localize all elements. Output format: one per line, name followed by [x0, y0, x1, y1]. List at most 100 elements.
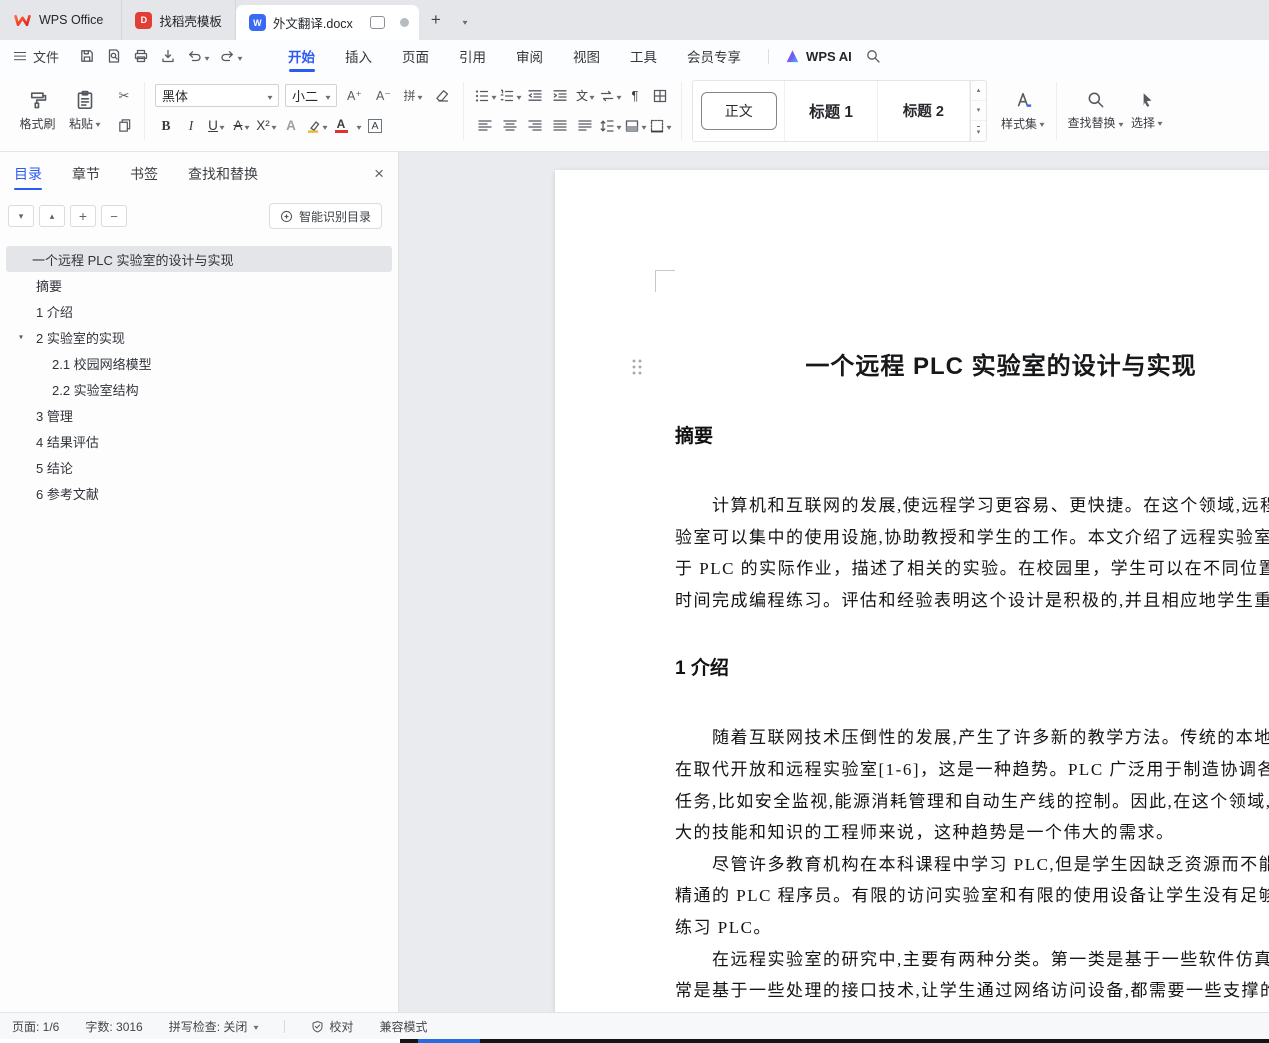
strikethrough-button[interactable] — [230, 114, 252, 137]
toc-item[interactable]: 3 管理 — [6, 402, 392, 428]
pinyin-guide-button[interactable] — [401, 85, 424, 107]
find-replace-button[interactable]: 查找替换 — [1067, 90, 1123, 131]
toc-item[interactable]: 2.1 校园网络模型 — [6, 350, 392, 376]
spell-check-status[interactable]: 拼写检查: 关闭 — [169, 1018, 259, 1035]
symbol-button[interactable] — [599, 84, 621, 107]
distribute-button[interactable] — [574, 114, 596, 137]
page-indicator[interactable]: 页面: 1/6 — [12, 1018, 59, 1035]
toc-item[interactable]: 4 结果评估 — [6, 428, 392, 454]
document-canvas[interactable]: 一个远程 PLC 实验室的设计与实现 摘要 计算机和互联网的发展,使远程学习更容易… — [399, 152, 1269, 1012]
menu-item-0[interactable]: 开始 — [273, 40, 330, 72]
file-menu-button[interactable]: 文件 — [0, 40, 73, 72]
bold-button[interactable] — [155, 114, 177, 137]
italic-button[interactable] — [180, 114, 202, 137]
menu-item-1[interactable]: 插入 — [330, 40, 387, 72]
close-panel-icon[interactable] — [374, 152, 384, 196]
tab-current-document[interactable]: W 外文翻译.docx — [235, 5, 419, 40]
superscript-button[interactable] — [255, 114, 277, 137]
redo-chevron[interactable] — [238, 49, 243, 64]
clear-format-button[interactable] — [430, 85, 453, 107]
compat-mode[interactable]: 兼容模式 — [379, 1018, 427, 1035]
toc-zoom-in-button[interactable] — [70, 205, 96, 227]
font-name-combo[interactable]: 黑体 — [155, 84, 279, 107]
character-border-button[interactable] — [364, 114, 386, 137]
align-center-button[interactable] — [499, 114, 521, 137]
paste-button[interactable]: 粘贴 — [61, 87, 108, 135]
style-cell-2[interactable]: 标题 2 — [878, 80, 971, 141]
menu-item-7[interactable]: 会员专享 — [672, 40, 756, 72]
increase-font-button[interactable] — [343, 85, 366, 107]
new-tab-button[interactable]: + — [419, 0, 453, 40]
panel-tab-0[interactable]: 目录 — [14, 152, 42, 196]
paragraph-layout-button[interactable] — [624, 84, 646, 107]
panel-tab-2[interactable]: 书签 — [130, 152, 158, 196]
smart-toc-button[interactable]: 智能识别目录 — [268, 203, 382, 229]
font-color-button[interactable]: A — [330, 114, 352, 137]
font-color-chevron[interactable] — [357, 118, 362, 133]
gallery-down-icon[interactable] — [971, 99, 987, 120]
decrease-indent-button[interactable] — [524, 84, 546, 107]
comment-bubble-icon[interactable] — [369, 16, 385, 29]
panel-tab-3[interactable]: 查找和替换 — [188, 152, 258, 196]
cut-button[interactable] — [114, 87, 134, 105]
wps-home-tab[interactable]: WPS Office — [0, 0, 123, 40]
output-button[interactable] — [154, 40, 181, 72]
align-left-button[interactable] — [474, 114, 496, 137]
toc-zoom-out-button[interactable] — [101, 205, 127, 227]
numbered-list-button[interactable] — [499, 84, 521, 107]
style-cell-1[interactable]: 标题 1 — [785, 80, 878, 141]
undo-chevron[interactable] — [205, 49, 210, 64]
paste-chevron[interactable] — [95, 116, 100, 130]
menu-item-6[interactable]: 工具 — [615, 40, 672, 72]
wps-ai-button[interactable]: WPS AI — [781, 40, 856, 72]
word-count[interactable]: 字数: 3016 — [85, 1018, 142, 1035]
gallery-more-icon[interactable] — [971, 120, 987, 140]
print-preview-button[interactable] — [100, 40, 127, 72]
table-grid-button[interactable] — [649, 84, 671, 107]
expander-icon[interactable]: ▾ — [19, 333, 23, 342]
line-spacing-button[interactable] — [599, 114, 621, 137]
menu-item-4[interactable]: 审阅 — [501, 40, 558, 72]
text-effect-button[interactable] — [280, 114, 302, 137]
select-button[interactable]: 选择 — [1123, 91, 1170, 131]
toc-item[interactable]: 2.2 实验室结构 — [6, 376, 392, 402]
gallery-up-icon[interactable] — [971, 81, 986, 100]
style-cell-0[interactable]: 正文 — [693, 80, 786, 141]
toc-item[interactable]: 1 介绍 — [6, 298, 392, 324]
shading-button[interactable] — [624, 114, 646, 137]
paragraph-drag-handle-icon[interactable] — [631, 358, 643, 375]
undo-button[interactable] — [181, 40, 214, 72]
proofread-button[interactable]: 校对 — [311, 1018, 353, 1035]
font-size-combo[interactable]: 小二 — [285, 84, 337, 107]
borders-button[interactable] — [649, 114, 671, 137]
toc-item[interactable]: 摘要 — [6, 272, 392, 298]
format-painter-button[interactable]: 格式刷 — [14, 87, 61, 135]
document-page[interactable]: 一个远程 PLC 实验室的设计与实现 摘要 计算机和互联网的发展,使远程学习更容易… — [555, 170, 1269, 1012]
redo-button[interactable] — [214, 40, 247, 72]
increase-indent-button[interactable] — [549, 84, 571, 107]
toc-item[interactable]: ▾ 2 实验室的实现 — [6, 324, 392, 350]
bullet-list-button[interactable] — [474, 84, 496, 107]
style-set-button[interactable]: 样式集 — [999, 90, 1046, 132]
menu-item-2[interactable]: 页面 — [387, 40, 444, 72]
toc-collapse-button[interactable] — [8, 205, 34, 227]
search-button[interactable] — [856, 40, 890, 72]
menu-item-5[interactable]: 视图 — [558, 40, 615, 72]
save-button[interactable] — [73, 40, 100, 72]
align-justify-button[interactable] — [549, 114, 571, 137]
toc-item[interactable]: 6 参考文献 — [6, 480, 392, 506]
underline-button[interactable] — [205, 114, 227, 137]
toc-item[interactable]: 5 结论 — [6, 454, 392, 480]
tab-docer-template[interactable]: D 找稻壳模板 — [122, 0, 236, 40]
tab-list-chevron[interactable] — [453, 0, 475, 40]
print-button[interactable] — [127, 40, 154, 72]
toc-item[interactable]: 一个远程 PLC 实验室的设计与实现 — [6, 246, 392, 272]
toc-expand-button[interactable] — [39, 205, 65, 227]
decrease-font-button[interactable] — [372, 85, 395, 107]
asian-layout-button[interactable] — [574, 84, 596, 107]
panel-tab-1[interactable]: 章节 — [72, 152, 100, 196]
align-right-button[interactable] — [524, 114, 546, 137]
menu-item-3[interactable]: 引用 — [444, 40, 501, 72]
copy-button[interactable] — [114, 117, 134, 135]
highlight-button[interactable] — [305, 114, 327, 137]
